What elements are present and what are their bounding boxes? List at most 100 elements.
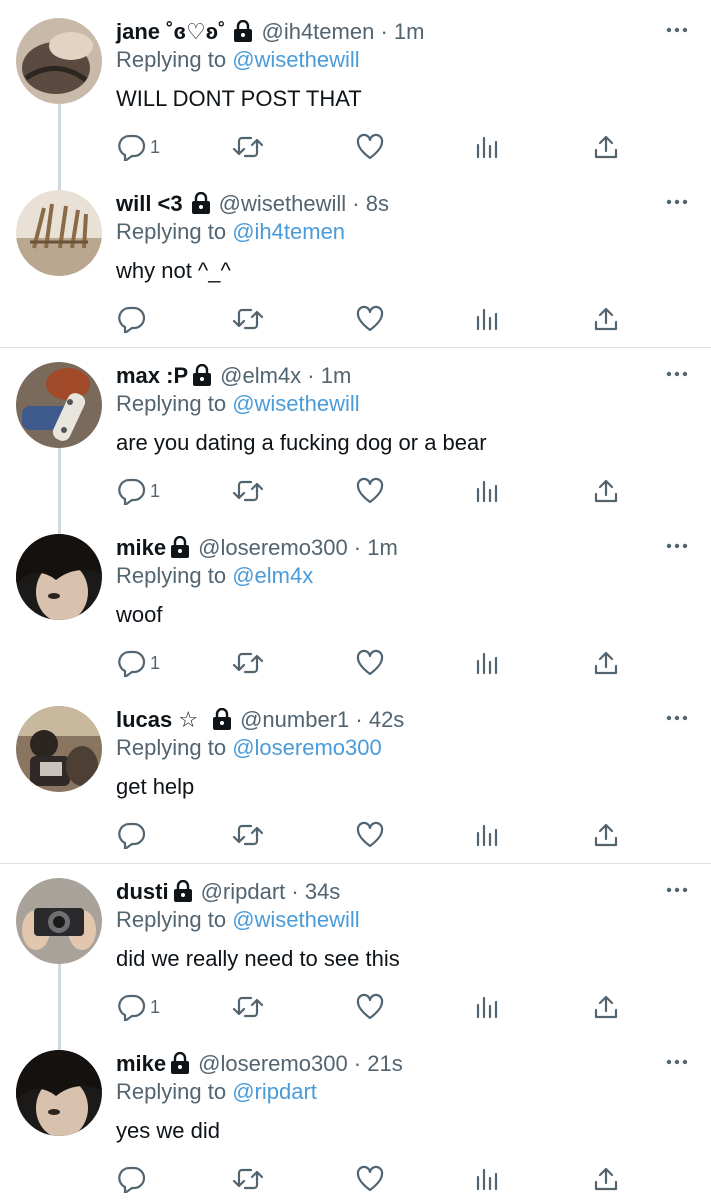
handle[interactable]: @wisethewill	[219, 191, 346, 216]
stats-button[interactable]	[474, 476, 500, 506]
reply-button[interactable]	[118, 1164, 150, 1194]
like-button[interactable]	[356, 1164, 384, 1194]
more-icon[interactable]	[664, 192, 690, 212]
like-button[interactable]	[356, 648, 384, 678]
retweet-button[interactable]	[232, 820, 264, 850]
avatar[interactable]	[16, 706, 102, 792]
display-name[interactable]: jane ˚ɞ♡ʚ˚	[116, 19, 225, 44]
mention-link[interactable]: @ripdart	[232, 1079, 317, 1104]
reply-count: 1	[150, 653, 161, 673]
share-button[interactable]	[593, 648, 619, 678]
stats-icon	[474, 993, 500, 1021]
stats-button[interactable]	[474, 648, 500, 678]
mention-link[interactable]: @ih4temen	[232, 219, 345, 244]
display-name[interactable]: mike	[116, 1051, 166, 1076]
tweet-text: yes we did	[116, 1118, 220, 1143]
retweet-button[interactable]	[232, 992, 264, 1022]
stats-button[interactable]	[474, 304, 500, 334]
mention-link[interactable]: @wisethewill	[232, 391, 359, 416]
heart-icon	[356, 305, 384, 333]
retweet-icon	[232, 133, 264, 161]
timestamp[interactable]: 42s	[369, 707, 404, 732]
display-name[interactable]: max :P	[116, 363, 188, 388]
mention-link[interactable]: @wisethewill	[232, 907, 359, 932]
avatar[interactable]	[16, 534, 102, 620]
stats-icon	[474, 477, 500, 505]
share-icon	[593, 821, 619, 849]
timestamp[interactable]: 34s	[305, 879, 340, 904]
share-button[interactable]	[593, 476, 619, 506]
avatar[interactable]	[16, 190, 102, 276]
more-icon[interactable]	[664, 20, 690, 40]
stats-button[interactable]	[474, 1164, 500, 1194]
retweet-button[interactable]	[232, 304, 264, 334]
replying-to-label: Replying to	[116, 47, 227, 72]
retweet-button[interactable]	[232, 1164, 264, 1194]
avatar[interactable]	[16, 362, 102, 448]
avatar[interactable]	[16, 1050, 102, 1136]
share-button[interactable]	[593, 1164, 619, 1194]
reply-icon	[118, 649, 146, 677]
handle[interactable]: @loseremo300	[198, 1051, 348, 1076]
reply-button[interactable]: 1	[118, 132, 160, 162]
share-button[interactable]	[593, 820, 619, 850]
reply-button[interactable]	[118, 304, 150, 334]
mention-link[interactable]: @loseremo300	[232, 735, 382, 760]
handle[interactable]: @number1	[240, 707, 349, 732]
more-icon[interactable]	[664, 880, 690, 900]
reply-button[interactable]: 1	[118, 476, 160, 506]
share-button[interactable]	[593, 132, 619, 162]
timestamp[interactable]: 1m	[367, 535, 398, 560]
display-name[interactable]: will <3	[116, 191, 183, 216]
stats-icon	[474, 821, 500, 849]
stats-icon	[474, 305, 500, 333]
tweet-text: are you dating a fucking dog or a bear	[116, 430, 487, 455]
reply-button[interactable]	[118, 820, 150, 850]
retweet-button[interactable]	[232, 132, 264, 162]
reply-button[interactable]: 1	[118, 648, 160, 678]
avatar[interactable]	[16, 878, 102, 964]
handle[interactable]: @ripdart	[201, 879, 286, 904]
timestamp[interactable]: 1m	[394, 19, 425, 44]
tweet-text: get help	[116, 774, 195, 799]
display-name[interactable]: lucas ☆	[116, 707, 198, 732]
retweet-button[interactable]	[232, 476, 264, 506]
avatar[interactable]	[16, 18, 102, 104]
handle[interactable]: @ih4temen	[261, 19, 374, 44]
retweet-icon	[232, 1165, 264, 1193]
reply-icon	[118, 821, 146, 849]
heart-icon	[356, 1165, 384, 1193]
share-button[interactable]	[593, 304, 619, 334]
more-icon[interactable]	[664, 536, 690, 556]
stats-button[interactable]	[474, 132, 500, 162]
retweet-button[interactable]	[232, 648, 264, 678]
action-bar	[116, 304, 636, 334]
action-bar: 1	[116, 476, 636, 506]
heart-icon	[356, 821, 384, 849]
share-icon	[593, 649, 619, 677]
reply-count: 1	[150, 481, 161, 501]
display-name[interactable]: mike	[116, 535, 166, 560]
more-icon[interactable]	[664, 708, 690, 728]
like-button[interactable]	[356, 820, 384, 850]
stats-button[interactable]	[474, 992, 500, 1022]
stats-button[interactable]	[474, 820, 500, 850]
more-icon[interactable]	[664, 1052, 690, 1072]
mention-link[interactable]: @wisethewill	[232, 47, 359, 72]
reply-icon	[118, 477, 146, 505]
mention-link[interactable]: @elm4x	[232, 563, 313, 588]
timestamp[interactable]: 8s	[366, 191, 389, 216]
timestamp[interactable]: 1m	[321, 363, 352, 388]
timestamp[interactable]: 21s	[367, 1051, 402, 1076]
more-icon[interactable]	[664, 364, 690, 384]
handle[interactable]: @loseremo300	[198, 535, 348, 560]
like-button[interactable]	[356, 132, 384, 162]
share-button[interactable]	[593, 992, 619, 1022]
reply-button[interactable]: 1	[118, 992, 160, 1022]
like-button[interactable]	[356, 304, 384, 334]
handle[interactable]: @elm4x	[220, 363, 301, 388]
like-button[interactable]	[356, 476, 384, 506]
like-button[interactable]	[356, 992, 384, 1022]
action-bar	[116, 1164, 636, 1194]
display-name[interactable]: dusti	[116, 879, 169, 904]
